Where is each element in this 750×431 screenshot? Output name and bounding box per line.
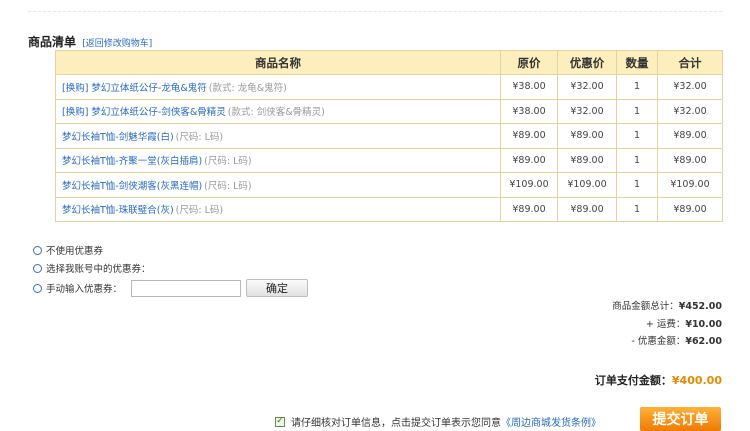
agreement-text: 请仔细核对订单信息，点击提交订单表示您同意 [291, 418, 501, 429]
item-sale-price: ¥32.00 [557, 98, 617, 124]
item-link[interactable]: 梦幻长袖T恤-剑侠潮客(灰黑连帽) [62, 181, 202, 192]
col-header-name: 商品名称 [55, 50, 501, 75]
discount-line: - 优惠金额：¥62.00 [612, 333, 722, 351]
table-header-row: 商品名称 原价 优惠价 数量 合计 [55, 50, 723, 75]
coupon-options: 不使用优惠券 选择我账号中的优惠券： 手动输入优惠券： 确定 [33, 241, 309, 299]
item-link[interactable]: 梦幻长袖T恤-齐聚一堂(灰白插肩) [62, 156, 202, 167]
item-name-cell: [换购] 梦幻立体纸公仔-剑侠客&骨精灵 (款式: 剑侠客&骨精灵) [55, 98, 501, 124]
col-header-price: 原价 [500, 50, 558, 75]
radio-button[interactable] [33, 283, 42, 293]
item-price: ¥109.00 [500, 172, 558, 198]
item-qty: 1 [616, 74, 658, 100]
shipping-value: ¥10.00 [685, 318, 722, 330]
item-qty: 1 [616, 196, 658, 222]
payment-total: 订单支付金额：¥400.00 [595, 372, 722, 388]
section-heading: 商品清单 [返回修改购物车] [28, 33, 152, 50]
item-link[interactable]: 梦幻长袖T恤-剑魅华霞(白) [62, 132, 174, 143]
item-name-cell: [换购] 梦幻立体纸公仔-龙龟&鬼符 (款式: 龙龟&鬼符) [55, 74, 501, 100]
item-price: ¥89.00 [500, 123, 558, 149]
coupon-option-account[interactable]: 选择我账号中的优惠券： [33, 259, 308, 277]
radio-button[interactable] [33, 263, 42, 273]
item-spec: (款式: 龙龟&鬼符) [208, 82, 287, 94]
table-row: 梦幻长袖T恤-齐聚一堂(灰白插肩) (尺码: L码) ¥89.00 ¥89.00 … [55, 147, 723, 173]
item-spec: (尺码: L码) [175, 205, 224, 217]
table-row: 梦幻长袖T恤-剑魅华霞(白) (尺码: L码) ¥89.00 ¥89.00 1 ¥… [55, 123, 723, 149]
back-to-cart-link[interactable]: [返回修改购物车] [82, 39, 152, 49]
discount-value: ¥62.00 [685, 336, 722, 347]
item-total: ¥89.00 [657, 123, 723, 149]
item-sale-price: ¥89.00 [557, 147, 617, 173]
item-qty: 1 [616, 98, 658, 124]
submit-order-button[interactable]: 提交订单 [640, 407, 721, 431]
item-price: ¥38.00 [500, 98, 558, 124]
shipping-line: + 运费：¥10.00 [612, 316, 722, 334]
agree-checkbox[interactable]: ✓ [275, 416, 285, 427]
item-total: ¥32.00 [657, 74, 723, 100]
radio-button[interactable] [33, 245, 42, 255]
item-sale-price: ¥32.00 [557, 74, 617, 100]
table-row: [换购] 梦幻立体纸公仔-龙龟&鬼符 (款式: 龙龟&鬼符) ¥38.00 ¥32… [55, 74, 723, 100]
coupon-option-label: 手动输入优惠券： [46, 284, 123, 295]
confirm-coupon-button[interactable]: 确定 [246, 279, 309, 297]
item-total: ¥109.00 [657, 172, 723, 198]
col-header-total: 合计 [657, 50, 723, 75]
coupon-option-manual[interactable]: 手动输入优惠券： 确定 [33, 277, 309, 299]
policy-link[interactable]: 《周边商城发货条例》 [501, 414, 601, 429]
item-name-cell: 梦幻长袖T恤-珠联璧合(灰) (尺码: L码) [55, 196, 501, 222]
payment-total-value: ¥400.00 [671, 374, 722, 387]
item-qty: 1 [616, 123, 658, 149]
item-price: ¥89.00 [500, 196, 558, 222]
col-header-qty: 数量 [616, 50, 658, 75]
agreement-row: ✓ 请仔细核对订单信息，点击提交订单表示您同意 《周边商城发货条例》 [275, 414, 601, 429]
item-total: ¥89.00 [657, 147, 723, 173]
goods-total-value: ¥452.00 [678, 301, 722, 312]
section-title: 商品清单 [28, 35, 77, 49]
item-spec: (尺码: L码) [204, 156, 252, 168]
item-spec: (尺码: L码) [175, 131, 224, 143]
item-name-cell: 梦幻长袖T恤-剑魅华霞(白) (尺码: L码) [55, 123, 501, 149]
coupon-option-label: 选择我账号中的优惠券： [46, 264, 151, 275]
goods-total-label: 商品金额总计： [612, 301, 679, 312]
item-link[interactable]: [换购] 梦幻立体纸公仔-龙龟&鬼符 [62, 83, 207, 94]
item-spec: (款式: 剑侠客&骨精灵) [227, 107, 325, 119]
coupon-option-none[interactable]: 不使用优惠券 [33, 241, 308, 259]
item-sale-price: ¥89.00 [557, 123, 617, 149]
coupon-option-label: 不使用优惠券 [46, 246, 104, 257]
item-total: ¥32.00 [657, 98, 723, 124]
table-row: 梦幻长袖T恤-剑侠潮客(灰黑连帽) (尺码: L码) ¥109.00 ¥109.0… [55, 172, 723, 198]
item-link[interactable]: [换购] 梦幻立体纸公仔-剑侠客&骨精灵 [62, 107, 226, 118]
item-price: ¥89.00 [500, 147, 558, 173]
table-row: [换购] 梦幻立体纸公仔-剑侠客&骨精灵 (款式: 剑侠客&骨精灵) ¥38.00… [55, 98, 723, 124]
col-header-sale: 优惠价 [557, 50, 617, 75]
table-row: 梦幻长袖T恤-珠联璧合(灰) (尺码: L码) ¥89.00 ¥89.00 1 ¥… [55, 196, 723, 222]
price-summary: 商品金额总计：¥452.00 + 运费：¥10.00 - 优惠金额：¥62.00 [612, 298, 722, 351]
item-qty: 1 [616, 147, 658, 173]
coupon-code-input[interactable] [131, 279, 242, 297]
item-total: ¥89.00 [657, 196, 723, 222]
discount-label: - 优惠金额： [631, 336, 686, 347]
item-spec: (尺码: L码) [204, 180, 252, 192]
item-qty: 1 [616, 172, 658, 198]
item-name-cell: 梦幻长袖T恤-剑侠潮客(灰黑连帽) (尺码: L码) [55, 172, 501, 198]
item-link[interactable]: 梦幻长袖T恤-珠联璧合(灰) [62, 205, 174, 216]
item-sale-price: ¥109.00 [557, 172, 617, 198]
shipping-label: + 运费： [645, 318, 686, 330]
item-price: ¥38.00 [500, 74, 558, 100]
item-sale-price: ¥89.00 [557, 196, 617, 222]
top-divider [28, 11, 722, 12]
item-name-cell: 梦幻长袖T恤-齐聚一堂(灰白插肩) (尺码: L码) [55, 147, 501, 173]
payment-total-label: 订单支付金额： [594, 374, 672, 387]
goods-total-line: 商品金额总计：¥452.00 [612, 298, 722, 316]
order-items-table: 商品名称 原价 优惠价 数量 合计 [换购] 梦幻立体纸公仔-龙龟&鬼符 (款式:… [55, 50, 723, 222]
